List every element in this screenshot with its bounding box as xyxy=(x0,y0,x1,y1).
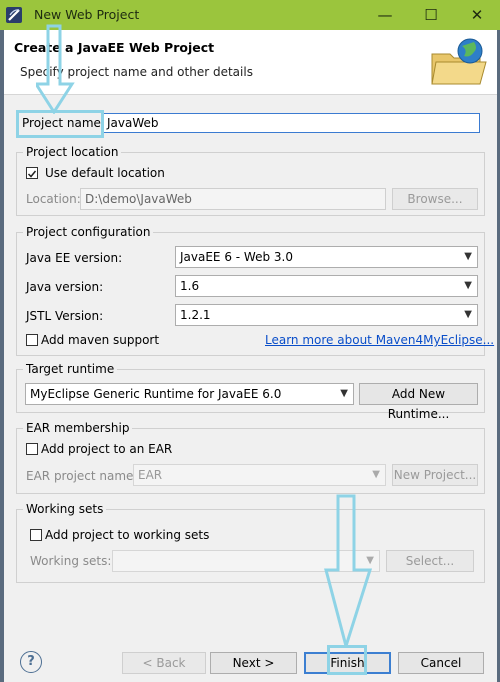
chevron-down-icon: ▼ xyxy=(340,388,348,399)
ear-project-name-value: EAR xyxy=(138,468,163,482)
maximize-button[interactable]: ☐ xyxy=(408,0,454,30)
ear-project-name-label: EAR project name: xyxy=(26,469,138,483)
java-version-select[interactable]: 1.6 ▼ xyxy=(175,275,478,297)
chevron-down-icon: ▼ xyxy=(464,280,472,291)
minimize-button[interactable]: — xyxy=(362,0,408,30)
java-version-label: Java version: xyxy=(26,280,104,294)
browse-button[interactable]: Browse... xyxy=(392,188,478,210)
cancel-button[interactable]: Cancel xyxy=(398,652,484,674)
working-sets-legend: Working sets xyxy=(23,502,107,516)
close-button[interactable]: ✕ xyxy=(454,0,500,30)
jstl-version-select[interactable]: 1.2.1 ▼ xyxy=(175,304,478,326)
new-ear-project-button[interactable]: New Project... xyxy=(392,464,478,486)
jstl-version-value: 1.2.1 xyxy=(180,308,211,322)
window-title: New Web Project xyxy=(34,7,140,22)
help-icon[interactable]: ? xyxy=(20,651,42,673)
target-runtime-select[interactable]: MyEclipse Generic Runtime for JavaEE 6.0… xyxy=(25,383,354,405)
add-maven-support-label: Add maven support xyxy=(41,333,160,347)
use-default-location-checkbox[interactable] xyxy=(26,167,38,179)
ear-membership-legend: EAR membership xyxy=(23,421,133,435)
location-input[interactable]: D:\demo\JavaWeb xyxy=(80,188,386,210)
javaee-version-value: JavaEE 6 - Web 3.0 xyxy=(180,250,293,264)
checkmark-icon xyxy=(27,170,37,178)
back-button[interactable]: < Back xyxy=(122,652,206,674)
location-label: Location: xyxy=(26,192,81,206)
project-name-highlight xyxy=(16,110,104,138)
jstl-version-label: JSTL Version: xyxy=(26,309,104,323)
next-button[interactable]: Next > xyxy=(210,652,297,674)
project-configuration-legend: Project configuration xyxy=(23,225,154,239)
background-window-edge xyxy=(0,30,4,682)
web-project-banner-icon xyxy=(428,36,490,88)
wizard-header: Create a JavaEE Web Project Specify proj… xyxy=(4,30,497,95)
add-new-runtime-button[interactable]: Add New Runtime... xyxy=(359,383,478,421)
add-to-ear-label: Add project to an EAR xyxy=(41,442,173,456)
down-arrow-icon xyxy=(324,494,372,648)
chevron-down-icon: ▼ xyxy=(464,251,472,262)
maven-learn-more-link[interactable]: Learn more about Maven4MyEclipse... xyxy=(265,333,494,347)
java-version-value: 1.6 xyxy=(180,279,200,293)
add-maven-support-checkbox[interactable] xyxy=(26,334,38,346)
project-name-input[interactable]: JavaWeb xyxy=(102,113,480,133)
finish-highlight xyxy=(327,645,367,675)
working-sets-label: Working sets: xyxy=(30,554,112,568)
project-location-legend: Project location xyxy=(23,145,122,159)
javaee-version-select[interactable]: JavaEE 6 - Web 3.0 ▼ xyxy=(175,246,478,268)
down-arrow-icon xyxy=(36,24,75,114)
add-to-working-sets-checkbox[interactable] xyxy=(30,529,42,541)
add-to-ear-checkbox[interactable] xyxy=(26,443,38,455)
target-runtime-value: MyEclipse Generic Runtime for JavaEE 6.0 xyxy=(30,387,282,401)
myeclipse-icon xyxy=(6,7,22,23)
chevron-down-icon: ▼ xyxy=(464,309,472,320)
target-runtime-legend: Target runtime xyxy=(23,362,118,376)
chevron-down-icon: ▼ xyxy=(372,469,380,480)
select-working-sets-button[interactable]: Select... xyxy=(386,550,474,572)
ear-project-name-select[interactable]: EAR ▼ xyxy=(133,464,386,486)
use-default-location-label: Use default location xyxy=(45,166,165,180)
javaee-version-label: Java EE version: xyxy=(26,251,123,265)
add-to-working-sets-label: Add project to working sets xyxy=(45,528,210,542)
